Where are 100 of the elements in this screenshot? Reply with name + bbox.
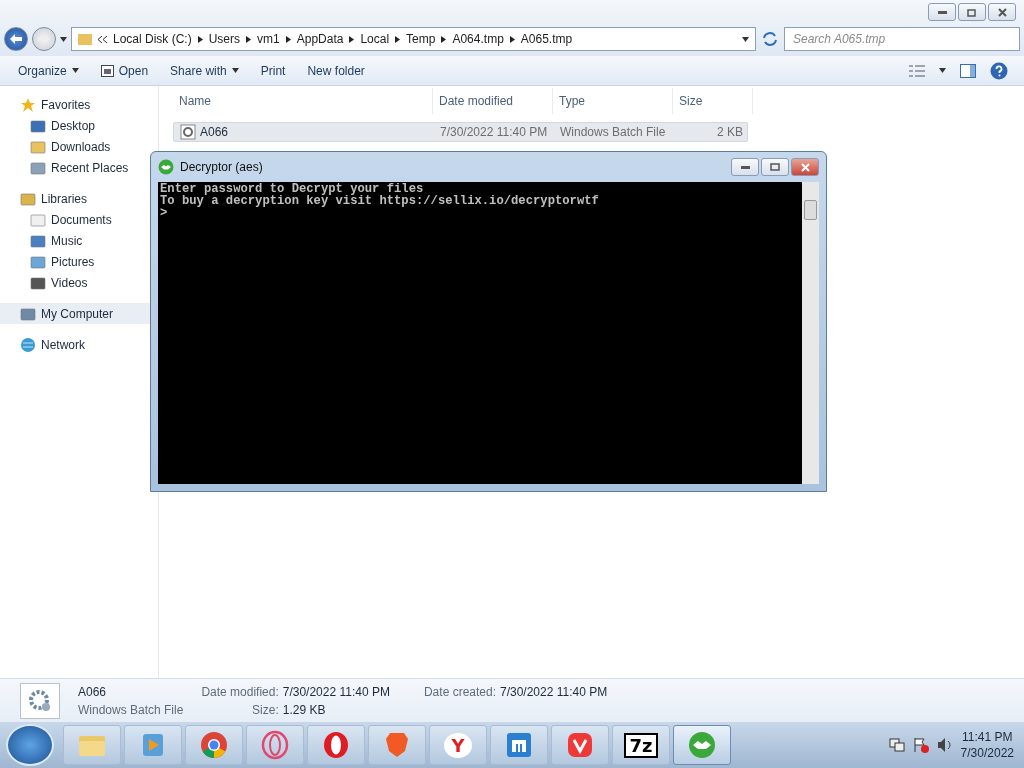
nav-item[interactable]: Documents (0, 209, 158, 230)
toolbar-button[interactable]: Open (90, 59, 159, 82)
seven-zip-logo-icon: 7z (624, 732, 658, 758)
table-cell-text: 2 KB (716, 125, 744, 139)
file-icon (30, 211, 46, 228)
maximize-button[interactable] (761, 158, 789, 176)
detail-label: Size: (251, 702, 279, 717)
taskbar-button[interactable] (307, 725, 365, 765)
monitor-icon (20, 305, 36, 322)
star-icon (20, 96, 36, 113)
caret-icon (939, 68, 946, 73)
breadcrumb-item[interactable]: Local (360, 32, 390, 46)
toolbar-button[interactable]: Print (250, 59, 296, 82)
forward-button[interactable] (32, 27, 56, 51)
back-arrow-icon (10, 34, 22, 44)
minimize-button[interactable] (928, 3, 956, 21)
flag-icon[interactable] (912, 737, 929, 753)
gear-icon (27, 687, 53, 714)
clock[interactable]: 11:41 PM 7/30/2022 (960, 730, 1014, 760)
detail-value: 7/30/2022 11:40 PM (500, 685, 608, 699)
caret-icon (71, 68, 79, 73)
breadcrumb-item[interactable]: Users (208, 32, 241, 46)
file-row[interactable]: A066 7/30/2022 11:40 PM Windows Batch File 2 KB (173, 122, 748, 142)
taskbar-button[interactable] (368, 725, 426, 765)
taskbar-button[interactable] (551, 725, 609, 765)
chevron-icon (197, 35, 203, 43)
window-icon (100, 64, 114, 77)
yandex-logo-icon: Y (444, 732, 472, 758)
column-header[interactable]: Size (673, 88, 753, 114)
preview-pane-icon[interactable] (960, 63, 976, 78)
breadcrumb-item[interactable]: AppData (296, 32, 344, 46)
table-cell-text: Windows Batch File (559, 125, 667, 139)
column-header[interactable]: Name (173, 88, 433, 114)
chrome-logo-icon (199, 730, 229, 760)
file-name: A066 (200, 125, 229, 139)
help-icon[interactable] (990, 61, 1008, 80)
view-list-icon[interactable] (909, 64, 925, 77)
caret-icon (742, 36, 749, 42)
folder-icon (78, 32, 92, 46)
file-icon (30, 117, 46, 134)
refresh-icon[interactable] (760, 29, 780, 49)
taskbar-button[interactable]: 7z (612, 725, 670, 765)
taskbar-button[interactable] (246, 725, 304, 765)
toolbar-button[interactable]: Organize (8, 59, 89, 82)
ring-logo-icon (321, 730, 351, 760)
console-line: Enter password to Decrypt your files (160, 183, 424, 195)
start-button[interactable] (6, 724, 54, 766)
close-button[interactable] (791, 158, 819, 176)
close-button[interactable] (988, 3, 1016, 21)
nav-item[interactable]: Videos (0, 272, 158, 293)
detail-label: Date modified: (201, 684, 279, 699)
toolbar-button[interactable]: New folder (297, 59, 375, 82)
nav-item[interactable]: Network (0, 334, 158, 355)
search-field[interactable]: Search A065.tmp (784, 27, 1020, 51)
breadcrumb-item[interactable]: Local Disk (C:) (113, 32, 192, 46)
minimize-icon (937, 10, 947, 14)
column-header[interactable]: Type (553, 88, 673, 114)
window-title: Decryptor (aes) (180, 160, 263, 174)
chevron-icon (509, 35, 515, 43)
close-icon (997, 7, 1007, 17)
back-button[interactable] (4, 27, 28, 51)
breadcrumb-item[interactable]: A064.tmp (452, 32, 504, 46)
taskbar-button[interactable] (490, 725, 548, 765)
gear-file-icon (180, 124, 196, 140)
network-icon[interactable] (888, 737, 905, 753)
taskbar-button[interactable] (185, 725, 243, 765)
file-icon (30, 253, 46, 270)
toolbar-button[interactable]: Share with (160, 59, 249, 82)
maxthon-logo-icon (504, 730, 534, 760)
detail-value: 1.29 KB (282, 702, 327, 717)
handshake-icon (687, 730, 717, 760)
caret-icon (231, 68, 239, 73)
minimize-button[interactable] (731, 158, 759, 176)
nav-item[interactable]: Pictures (0, 251, 158, 272)
file-icon (30, 159, 46, 176)
chevron-icon (349, 35, 355, 43)
handshake-icon (158, 159, 174, 175)
maximize-icon (770, 163, 780, 171)
breadcrumb-item[interactable]: vm1 (257, 32, 280, 46)
file-icon (30, 232, 46, 249)
breadcrumb-item[interactable]: Temp (406, 32, 436, 46)
vivaldi-logo-icon (565, 730, 595, 760)
restore-button[interactable] (958, 3, 986, 21)
column-header[interactable]: Date modified (433, 88, 553, 114)
nav-item[interactable]: Favorites (0, 94, 158, 115)
scrollbar[interactable] (802, 182, 819, 484)
chevron-icon (246, 35, 252, 43)
breadcrumb-item[interactable]: A065.tmp (520, 32, 573, 46)
nav-item[interactable]: Recent Places (0, 157, 158, 178)
speaker-icon[interactable] (936, 737, 953, 753)
detail-label: Date created: (423, 685, 496, 699)
nav-item[interactable]: Libraries (0, 188, 158, 209)
nav-item[interactable]: Desktop (0, 115, 158, 136)
taskbar-button[interactable]: Y (429, 725, 487, 765)
address-bar[interactable]: Local Disk (C:) Users vm1 AppData Local Temp A064.tmp A065.tmp (71, 27, 756, 51)
folder-icon (30, 138, 46, 155)
taskbar-button[interactable] (673, 725, 731, 765)
nav-item[interactable]: Music (0, 230, 158, 251)
nav-item[interactable]: Downloads (0, 136, 158, 157)
detail-value: 7/30/2022 11:40 PM (282, 684, 390, 699)
